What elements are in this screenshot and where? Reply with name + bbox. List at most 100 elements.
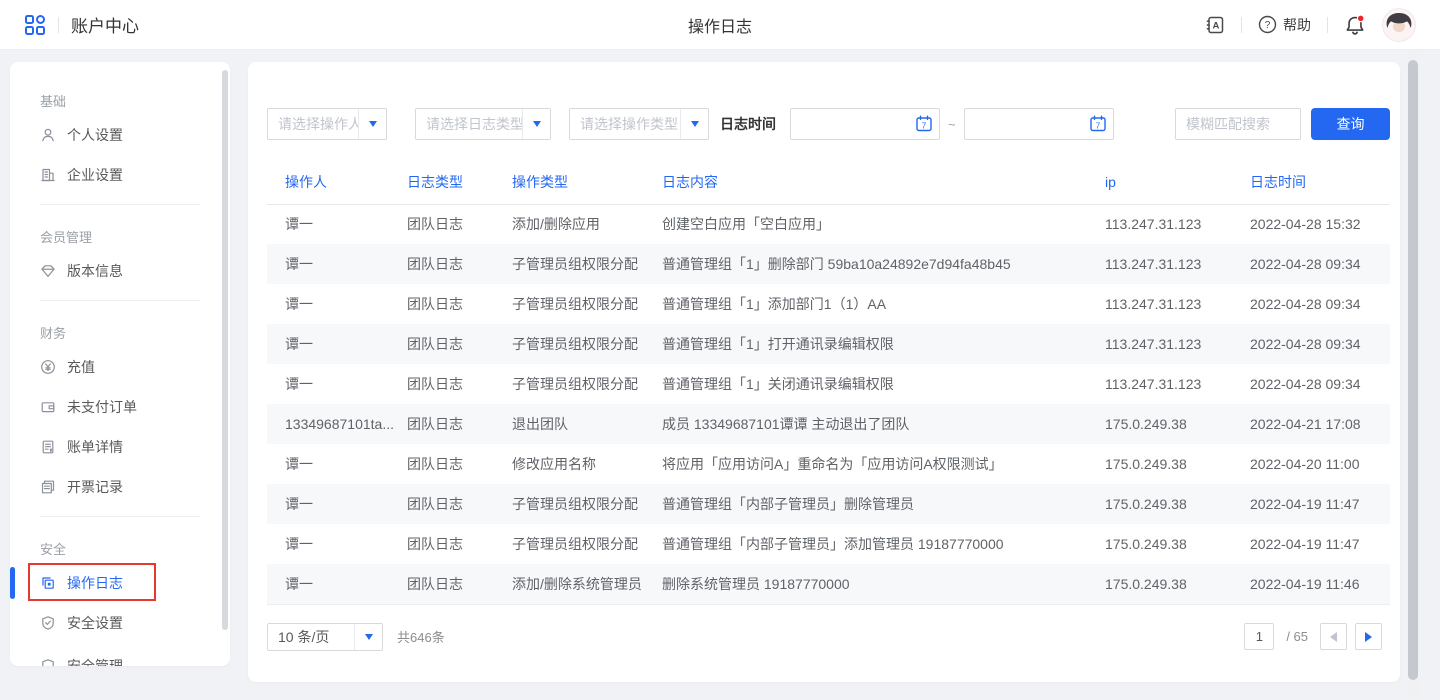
cell-operator: 谭一 — [267, 484, 407, 524]
sidebar-item-invoice-records[interactable]: 开票记录 — [10, 467, 230, 507]
chevron-down-icon — [358, 109, 386, 139]
sidebar-divider — [40, 516, 200, 517]
cell-content: 普通管理组「1」删除部门 59ba10a24892e7d94fa48b45 — [662, 244, 1105, 284]
cell-ip: 175.0.249.38 — [1105, 484, 1250, 524]
cell-log-type: 团队日志 — [407, 524, 512, 564]
sidebar-divider — [40, 204, 200, 205]
sidebar-item-bill-details[interactable]: 账单详情 — [10, 427, 230, 467]
log-table-body: 谭一 团队日志 添加/删除应用 创建空白应用「空白应用」 113.247.31.… — [267, 204, 1390, 604]
chevron-down-icon — [680, 109, 708, 139]
sidebar-item-label: 账单详情 — [67, 437, 123, 457]
yen-circle-icon — [40, 359, 56, 375]
bill-icon — [40, 439, 56, 455]
sidebar-item-label: 安全管理 — [67, 656, 123, 666]
calendar-icon: 7 — [1089, 115, 1107, 133]
operator-select[interactable]: 请选择操作人 — [267, 108, 387, 140]
building-icon — [40, 167, 56, 183]
cell-ip: 175.0.249.38 — [1105, 524, 1250, 564]
cell-log-type: 团队日志 — [407, 404, 512, 444]
cell-action-type: 子管理员组权限分配 — [512, 524, 662, 564]
page-size-select[interactable]: 10 条/页 — [267, 623, 383, 651]
cell-log-type: 团队日志 — [407, 244, 512, 284]
cell-operator: 谭一 — [267, 564, 407, 604]
sidebar-item-security-management[interactable]: 安全管理 — [10, 646, 230, 666]
cell-content: 删除系统管理员 19187770000 — [662, 564, 1105, 604]
table-row: 谭一 团队日志 修改应用名称 将应用「应用访问A」重命名为「应用访问A权限测试」… — [267, 444, 1390, 484]
page-scrollbar[interactable] — [1408, 50, 1418, 700]
cell-time: 2022-04-21 17:08 — [1250, 404, 1390, 444]
cell-log-type: 团队日志 — [407, 484, 512, 524]
cell-content: 成员 13349687101谭谭 主动退出了团队 — [662, 404, 1105, 444]
table-row: 谭一 团队日志 子管理员组权限分配 普通管理组「内部子管理员」删除管理员 175… — [267, 484, 1390, 524]
action-type-select[interactable]: 请选择操作类型 — [569, 108, 709, 140]
svg-text:7: 7 — [922, 121, 927, 130]
page-number-input[interactable] — [1244, 623, 1274, 650]
prev-page-button[interactable] — [1320, 623, 1347, 650]
filter-bar: 请选择操作人 请选择日志类型 请选择操作类型 日志时间 7 ~ 7 查询 — [267, 108, 1390, 140]
sidebar-item-recharge[interactable]: 充值 — [10, 347, 230, 387]
caret-left-icon — [1330, 632, 1337, 642]
table-row: 谭一 团队日志 子管理员组权限分配 普通管理组「1」删除部门 59ba10a24… — [267, 244, 1390, 284]
shield-check-icon — [40, 615, 56, 631]
end-date-input[interactable]: 7 — [964, 108, 1114, 140]
cell-time: 2022-04-28 09:34 — [1250, 244, 1390, 284]
section-title-security: 安全 — [40, 540, 200, 560]
security-icon — [40, 658, 56, 666]
range-separator: ~ — [948, 117, 956, 132]
apps-grid-icon[interactable] — [24, 14, 46, 36]
table-row: 13349687101ta... 团队日志 退出团队 成员 1334968710… — [267, 404, 1390, 444]
col-content: 日志内容 — [662, 160, 1105, 204]
svg-text:?: ? — [1265, 20, 1271, 31]
header-divider — [1241, 17, 1242, 33]
fuzzy-search-input[interactable] — [1175, 108, 1301, 140]
sidebar-scrollbar-thumb[interactable] — [222, 70, 228, 630]
cell-action-type: 子管理员组权限分配 — [512, 364, 662, 404]
cell-log-type: 团队日志 — [407, 364, 512, 404]
sidebar-item-security-settings[interactable]: 安全设置 — [10, 603, 230, 643]
action-type-select-placeholder: 请选择操作类型 — [570, 114, 680, 134]
table-row: 谭一 团队日志 子管理员组权限分配 普通管理组「内部子管理员」添加管理员 191… — [267, 524, 1390, 564]
cell-log-type: 团队日志 — [407, 204, 512, 244]
total-count: 共646条 — [397, 627, 445, 646]
cell-action-type: 修改应用名称 — [512, 444, 662, 484]
cell-time: 2022-04-19 11:47 — [1250, 484, 1390, 524]
cell-operator: 谭一 — [267, 444, 407, 484]
cell-action-type: 子管理员组权限分配 — [512, 484, 662, 524]
cell-action-type: 添加/删除应用 — [512, 204, 662, 244]
start-date-input[interactable]: 7 — [790, 108, 940, 140]
address-book-icon[interactable]: A — [1205, 15, 1225, 35]
cell-time: 2022-04-28 09:34 — [1250, 284, 1390, 324]
pagination-bar: 10 条/页 共646条 / 65 — [267, 623, 1390, 651]
sidebar-item-personal-settings[interactable]: 个人设置 — [10, 115, 230, 155]
sidebar-item-version-info[interactable]: 版本信息 — [10, 251, 230, 291]
chevron-down-icon — [354, 624, 382, 650]
avatar[interactable] — [1382, 8, 1416, 42]
cell-ip: 113.247.31.123 — [1105, 324, 1250, 364]
invoice-icon — [40, 479, 56, 495]
sidebar-divider — [40, 300, 200, 301]
cell-content: 普通管理组「内部子管理员」删除管理员 — [662, 484, 1105, 524]
sidebar-item-label: 操作日志 — [67, 573, 123, 593]
sidebar-item-unpaid-orders[interactable]: 未支付订单 — [10, 387, 230, 427]
sidebar-item-operation-log[interactable]: 操作日志 — [10, 563, 230, 603]
col-time: 日志时间 — [1250, 160, 1390, 204]
next-page-button[interactable] — [1355, 623, 1382, 650]
query-button[interactable]: 查询 — [1311, 108, 1390, 140]
notification-bell-icon[interactable] — [1344, 14, 1366, 36]
date-range-label: 日志时间 — [720, 114, 776, 134]
cell-ip: 175.0.249.38 — [1105, 444, 1250, 484]
page-scrollbar-thumb[interactable] — [1408, 60, 1418, 680]
notification-dot — [1357, 15, 1364, 22]
app-name: 账户中心 — [71, 12, 139, 37]
cell-time: 2022-04-28 09:34 — [1250, 324, 1390, 364]
help-button[interactable]: ? 帮助 — [1258, 15, 1311, 35]
sidebar: 基础 个人设置 企业设置 会员管理 版本信息 财务 充值 未支付订单 — [10, 62, 230, 666]
sidebar-item-enterprise-settings[interactable]: 企业设置 — [10, 155, 230, 195]
col-action-type: 操作类型 — [512, 160, 662, 204]
cell-ip: 113.247.31.123 — [1105, 204, 1250, 244]
cell-time: 2022-04-28 15:32 — [1250, 204, 1390, 244]
log-type-select[interactable]: 请选择日志类型 — [415, 108, 551, 140]
cell-time: 2022-04-28 09:34 — [1250, 364, 1390, 404]
table-header-row: 操作人 日志类型 操作类型 日志内容 ip 日志时间 — [267, 160, 1390, 204]
cell-log-type: 团队日志 — [407, 324, 512, 364]
